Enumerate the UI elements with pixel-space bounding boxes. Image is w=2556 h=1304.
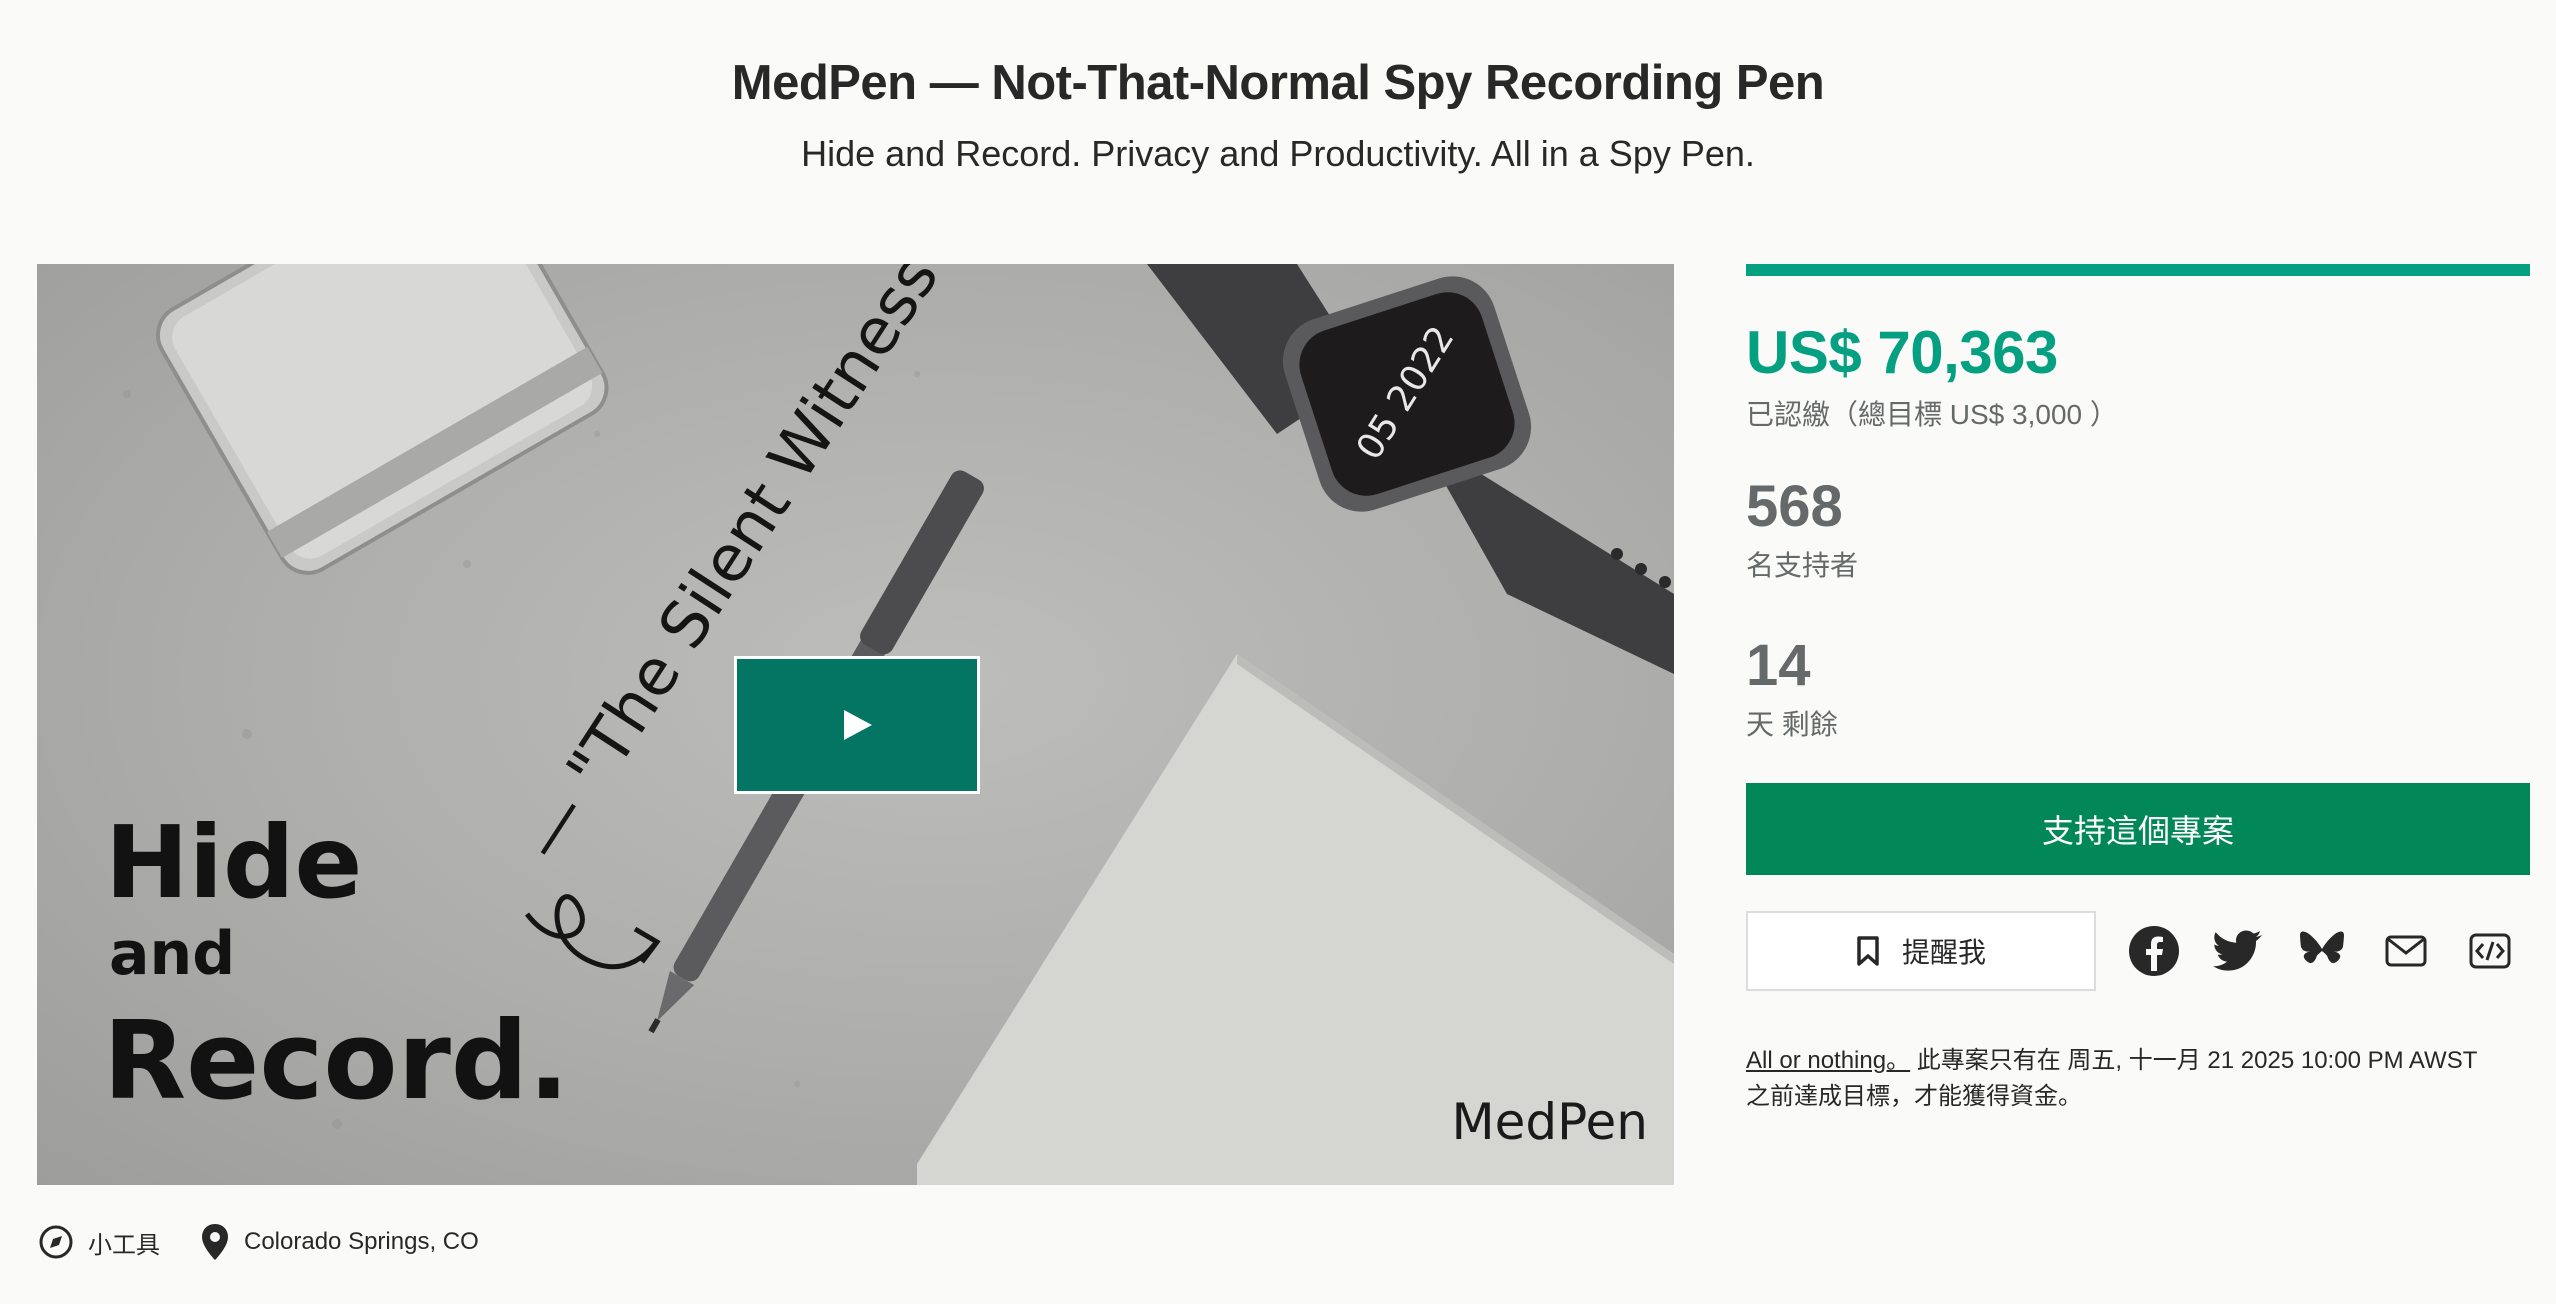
- project-meta: 小工具 Colorado Springs, CO: [38, 1222, 519, 1262]
- project-header: MedPen — Not-That-Normal Spy Recording P…: [0, 55, 2556, 175]
- bookmark-icon: [1857, 936, 1879, 966]
- project-video[interactable]: 05 2022 — "The Silent Witness" Hide and …: [37, 264, 1674, 1185]
- backers-label: 名支持者: [1746, 550, 1859, 581]
- project-subtitle: Hide and Record. Privacy and Productivit…: [801, 133, 1755, 174]
- category-link[interactable]: 小工具: [38, 1224, 160, 1260]
- remind-me-label: 提醒我: [1901, 937, 1986, 968]
- pledged-goal-label: 已認繳（總目標 US$ 3,000 ）: [1746, 399, 2118, 430]
- funding-progress-fill: [1746, 264, 2530, 276]
- hero-text-and: and: [109, 919, 236, 989]
- notice-text-1: 此專案只有在 周五, 十一月 21 2025 10:00 PM AWST: [1910, 1047, 2478, 1074]
- secondary-actions: 提醒我: [1746, 911, 2530, 991]
- share-icons: [2110, 911, 2530, 991]
- embed-icon: [2469, 933, 2511, 969]
- backers-count: 568: [1746, 474, 1843, 539]
- hero-text-hide: Hide: [105, 804, 363, 921]
- funding-progress-bar: [1746, 264, 2530, 276]
- location-label: Colorado Springs, CO: [244, 1228, 479, 1255]
- remind-me-button[interactable]: 提醒我: [1746, 911, 2096, 991]
- play-video-button[interactable]: [734, 656, 980, 794]
- days-left-count: 14: [1746, 633, 1811, 698]
- share-bluesky[interactable]: [2282, 911, 2362, 991]
- all-or-nothing-link[interactable]: All or nothing。: [1746, 1047, 1910, 1074]
- hero-brand: MedPen: [1451, 1093, 1648, 1151]
- share-email[interactable]: [2366, 911, 2446, 991]
- twitter-icon: [2213, 930, 2262, 971]
- notice-text-2: 之前達成目標，才能獲得資金。: [1746, 1083, 2082, 1110]
- funding-notice: All or nothing。 此專案只有在 周五, 十一月 21 2025 1…: [1746, 1043, 2530, 1115]
- email-icon: [2385, 935, 2427, 967]
- map-pin-icon: [202, 1224, 228, 1260]
- back-project-button[interactable]: 支持這個專案: [1746, 783, 2530, 875]
- funding-panel: US$ 70,363 已認繳（總目標 US$ 3,000 ） 568 名支持者 …: [1746, 264, 2530, 1115]
- share-facebook[interactable]: [2114, 911, 2194, 991]
- share-embed[interactable]: [2450, 911, 2530, 991]
- play-icon: [844, 710, 872, 740]
- facebook-icon: [2129, 926, 2179, 976]
- pledged-amount: US$ 70,363: [1746, 319, 2058, 386]
- compass-icon: [39, 1225, 73, 1259]
- days-left-label: 天 剩餘: [1746, 709, 1838, 740]
- share-twitter[interactable]: [2198, 911, 2278, 991]
- project-title: MedPen — Not-That-Normal Spy Recording P…: [731, 56, 1825, 110]
- location-link[interactable]: Colorado Springs, CO: [200, 1222, 479, 1262]
- bluesky-icon: [2300, 931, 2344, 964]
- hero-text-record: Record.: [103, 999, 570, 1124]
- category-label: 小工具: [88, 1231, 160, 1259]
